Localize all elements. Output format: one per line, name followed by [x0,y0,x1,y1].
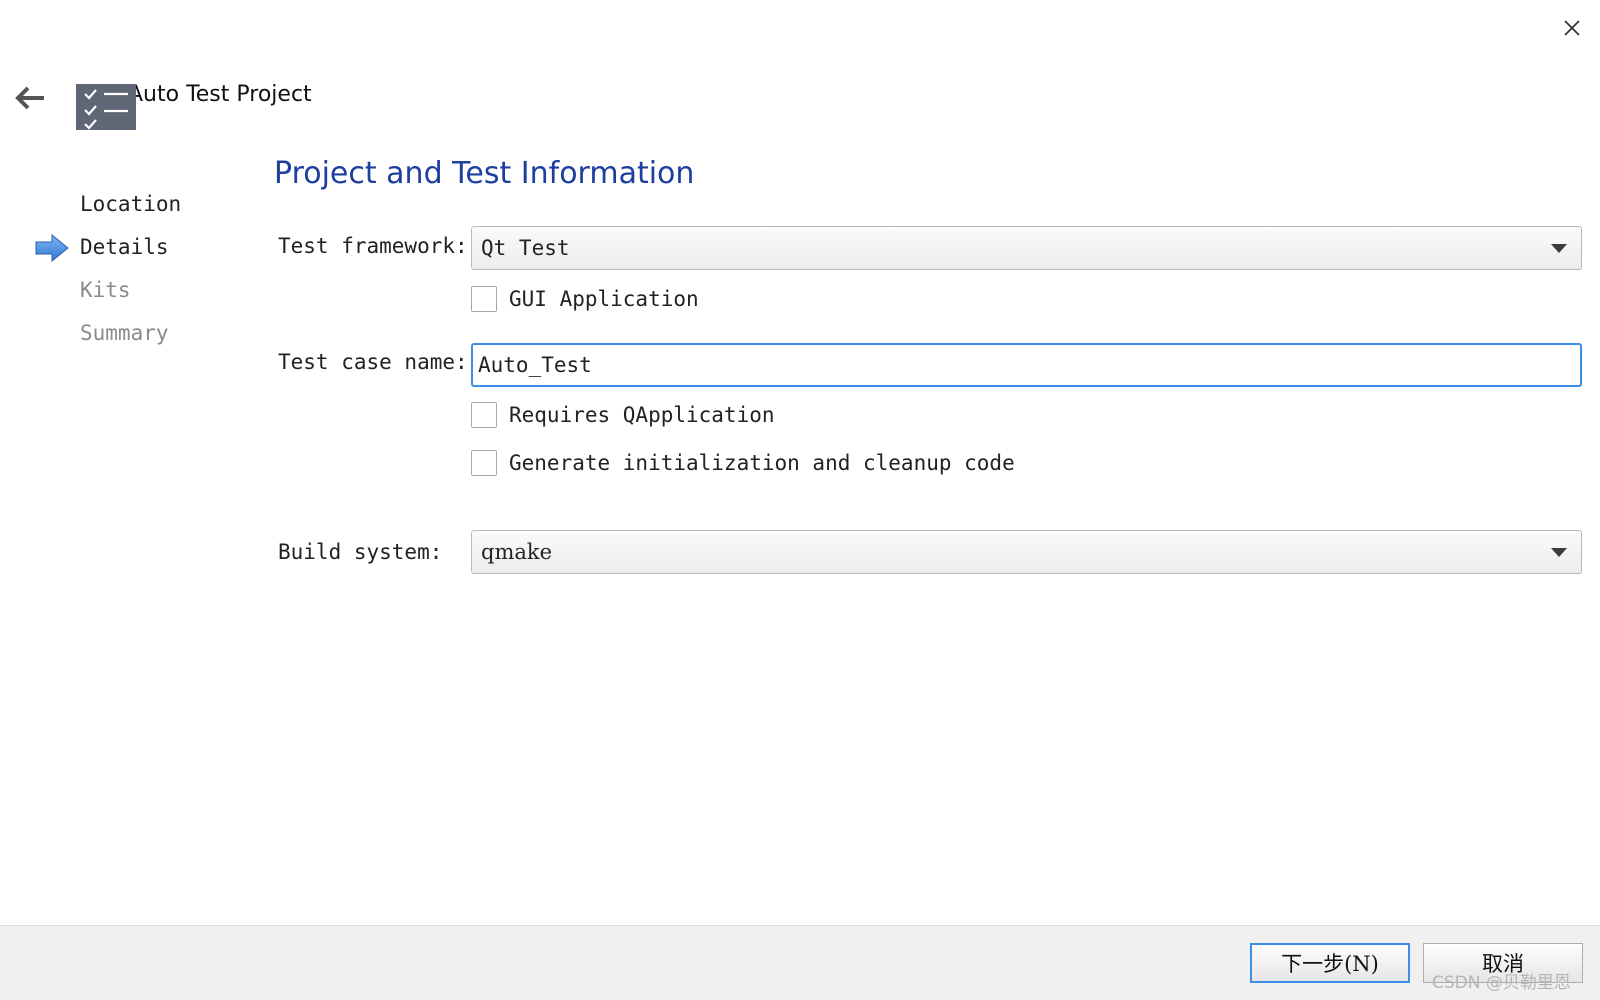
page-heading: Project and Test Information [274,156,695,191]
close-button[interactable] [1556,12,1588,44]
generate-init-cleanup-checkbox[interactable] [471,450,497,476]
watermark: CSDN @贝勒里恩 [1432,973,1571,993]
test-framework-value: Qt Test [481,236,570,260]
generate-init-cleanup-label: Generate initialization and cleanup code [509,451,1015,475]
chevron-down-icon [1551,548,1567,557]
current-step-arrow-icon [35,233,69,263]
back-button[interactable] [12,80,48,116]
next-button[interactable]: 下一步(N) [1250,943,1410,983]
requires-qapplication-checkbox[interactable] [471,402,497,428]
back-arrow-icon [15,86,44,110]
test-case-name-label: Test case name: [278,350,468,374]
requires-qapplication-option[interactable]: Requires QApplication [471,402,775,428]
test-framework-select[interactable]: Qt Test [471,226,1582,270]
step-details: Details [80,235,169,259]
requires-qapplication-label: Requires QApplication [509,403,775,427]
build-system-label: Build system: [278,540,443,564]
step-location: Location [80,192,182,216]
gui-application-checkbox[interactable] [471,286,497,312]
build-system-select[interactable]: qmake [471,530,1582,574]
close-icon [1564,20,1580,36]
step-summary: Summary [80,321,169,345]
wizard-title: Auto Test Project [128,82,312,107]
gui-application-label: GUI Application [509,287,699,311]
test-framework-label: Test framework: [278,234,468,258]
gui-application-option[interactable]: GUI Application [471,286,699,312]
new-project-wizard: Auto Test Project Location Details Kits … [0,0,1600,1000]
build-system-value: qmake [481,540,553,564]
test-case-name-input[interactable] [471,343,1582,387]
chevron-down-icon [1551,244,1567,253]
checklist-icon [76,84,136,130]
step-kits: Kits [80,278,131,302]
generate-init-cleanup-option[interactable]: Generate initialization and cleanup code [471,450,1015,476]
